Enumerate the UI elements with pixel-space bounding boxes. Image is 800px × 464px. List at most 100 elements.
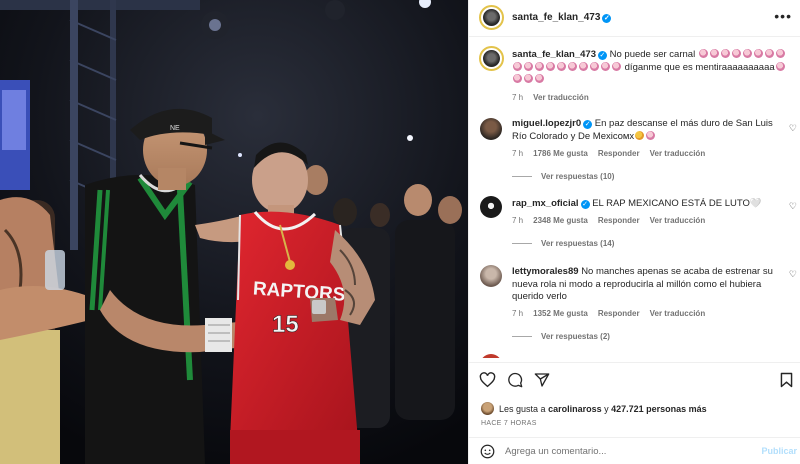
crying-emoji-icon bbox=[601, 61, 610, 71]
comment-avatar[interactable] bbox=[480, 265, 502, 287]
view-replies-button[interactable]: Ver respuestas (2) bbox=[512, 332, 610, 341]
verified-badge-icon: ✓ bbox=[597, 51, 607, 60]
crying-emoji-icon bbox=[535, 74, 544, 83]
view-replies-label[interactable]: Ver respuestas (2) bbox=[541, 332, 610, 341]
liker-username[interactable]: carolinaross bbox=[548, 404, 602, 414]
crying-emoji-icon bbox=[546, 61, 555, 71]
comment-input[interactable] bbox=[505, 444, 735, 459]
more-horizontal-icon[interactable]: ••• bbox=[774, 9, 792, 23]
emoji-picker-icon[interactable] bbox=[480, 444, 495, 459]
comment-likes[interactable]: 1352 Me gusta bbox=[533, 309, 588, 318]
crying-emoji-icon bbox=[775, 61, 785, 71]
crying-emoji-icon bbox=[535, 61, 544, 71]
crying-emoji-icon bbox=[579, 61, 588, 71]
comment-likes[interactable]: 1786 Me gusta bbox=[533, 149, 588, 158]
caption-username[interactable]: santa_fe_klan_473 bbox=[512, 49, 596, 60]
comment-time[interactable]: 7 h bbox=[512, 309, 523, 318]
crying-emoji-icon bbox=[513, 74, 522, 83]
comment-translate-link[interactable]: Ver traducción bbox=[650, 149, 706, 158]
header-username-text[interactable]: santa_fe_klan_473 bbox=[512, 12, 600, 23]
likes-conjunction: y bbox=[604, 404, 609, 414]
crying-emoji-icon bbox=[524, 74, 533, 83]
comment-username[interactable]: lettymorales89 bbox=[512, 266, 579, 277]
crying-emoji-icon bbox=[698, 49, 708, 58]
avatar-image bbox=[483, 9, 500, 26]
comment-avatar[interactable] bbox=[480, 118, 502, 140]
comment-username[interactable]: miguel.lopezjr0 bbox=[512, 118, 581, 129]
jersey-number: 15 bbox=[272, 311, 299, 338]
comment-translate-link[interactable]: Ver traducción bbox=[650, 216, 706, 225]
comment-meta: 7 h 1352 Me gusta Responder Ver traducción bbox=[512, 309, 715, 318]
comment-translate-link[interactable]: Ver traducción bbox=[650, 309, 706, 318]
comment-avatar[interactable] bbox=[480, 196, 502, 218]
comment-username[interactable]: rap_mx_oficial bbox=[512, 198, 579, 209]
post-sidebar: santa_fe_klan_473 ✓ ••• santa_fe_klan_473… bbox=[468, 0, 800, 464]
publish-button[interactable]: Publicar bbox=[761, 446, 797, 456]
caption-translate-link[interactable]: Ver traducción bbox=[533, 93, 589, 102]
crying-emoji-icon bbox=[731, 49, 741, 58]
comment-like-heart-icon[interactable]: ♡ bbox=[789, 123, 797, 134]
add-comment-bar: Publicar bbox=[469, 437, 800, 464]
comment-reply-button[interactable]: Responder bbox=[598, 216, 640, 225]
account-avatar[interactable] bbox=[479, 5, 504, 30]
crying-emoji-icon bbox=[557, 61, 566, 71]
crying-emoji-icon bbox=[612, 61, 621, 71]
caption-avatar[interactable] bbox=[479, 46, 504, 71]
comment-time[interactable]: 7 h bbox=[512, 216, 523, 225]
caption-meta: 7 h Ver traducción bbox=[512, 93, 599, 102]
comment-3: lettymorales89 No manches apenas se acab… bbox=[512, 266, 778, 304]
praying-hands-emoji-icon bbox=[646, 130, 656, 140]
comment-like-heart-icon[interactable]: ♡ bbox=[789, 269, 797, 280]
caption: santa_fe_klan_473 ✓ No puede ser carnal d… bbox=[512, 49, 792, 87]
verified-badge-icon: ✓ bbox=[602, 14, 612, 23]
verified-badge-icon: ✓ bbox=[580, 200, 590, 209]
praying-emoji-icon bbox=[635, 130, 645, 140]
comment-reply-button[interactable]: Responder bbox=[598, 149, 640, 158]
likes-summary[interactable]: Les gusta a carolinaross y 427.721 perso… bbox=[499, 404, 707, 414]
post-photo[interactable]: NE RAPTORS 15 bbox=[0, 0, 468, 464]
caption-time[interactable]: 7 h bbox=[512, 93, 523, 102]
crying-emoji-icon bbox=[568, 61, 577, 71]
header-username[interactable]: santa_fe_klan_473 ✓ bbox=[512, 12, 612, 23]
comment-text: EL RAP MEXICANO ESTÁ DE LUTO🤍 bbox=[592, 198, 762, 209]
comment-reply-button[interactable]: Responder bbox=[598, 309, 640, 318]
comment-meta: 7 h 1786 Me gusta Responder Ver traducción bbox=[512, 149, 715, 158]
heart-icon[interactable] bbox=[479, 372, 496, 388]
crying-emoji-icon bbox=[524, 61, 533, 71]
crying-emoji-icon bbox=[720, 49, 730, 58]
share-icon[interactable] bbox=[534, 372, 550, 388]
crying-emoji-icon bbox=[590, 61, 599, 71]
bookmark-icon[interactable] bbox=[780, 372, 793, 388]
svg-text:NE: NE bbox=[170, 125, 180, 132]
likes-prefix: Les gusta a bbox=[499, 404, 546, 414]
crying-emoji-icon bbox=[742, 49, 752, 58]
post-actions: Les gusta a carolinaross y 427.721 perso… bbox=[469, 362, 800, 437]
view-replies-button[interactable]: Ver respuestas (10) bbox=[512, 172, 614, 181]
caption-text-start: No puede ser carnal bbox=[609, 49, 696, 60]
crying-emoji-icon bbox=[513, 61, 522, 71]
comments-list[interactable]: santa_fe_klan_473 ✓ No puede ser carnal d… bbox=[469, 38, 800, 358]
view-replies-label[interactable]: Ver respuestas (10) bbox=[541, 172, 614, 181]
comment-2: rap_mx_oficial ✓ EL RAP MEXICANO ESTÁ DE … bbox=[512, 198, 778, 211]
avatar-image bbox=[483, 50, 500, 67]
likes-count[interactable]: 427.721 personas más bbox=[611, 404, 707, 414]
post-header: santa_fe_klan_473 ✓ ••• bbox=[469, 0, 800, 37]
view-replies-label[interactable]: Ver respuestas (14) bbox=[541, 239, 614, 248]
replies-divider bbox=[512, 243, 532, 245]
comment-icon[interactable] bbox=[507, 372, 523, 388]
caption-text-end: díganme que es mentiraaaaaaaaaa bbox=[624, 61, 775, 73]
post-timestamp[interactable]: HACE 7 HORAS bbox=[481, 420, 537, 427]
comment-time[interactable]: 7 h bbox=[512, 149, 523, 158]
comment-like-heart-icon[interactable]: ♡ bbox=[789, 201, 797, 212]
crying-emoji-icon bbox=[764, 49, 774, 58]
crying-emoji-icon bbox=[775, 49, 785, 58]
crying-emoji-icon bbox=[709, 49, 719, 58]
comment-meta: 7 h 2348 Me gusta Responder Ver traducción bbox=[512, 216, 715, 225]
comment-likes[interactable]: 2348 Me gusta bbox=[533, 216, 588, 225]
comment-avatar-partial[interactable] bbox=[480, 354, 502, 358]
view-replies-button[interactable]: Ver respuestas (14) bbox=[512, 239, 614, 248]
liker-avatar[interactable] bbox=[481, 402, 494, 415]
comment-1: miguel.lopezjr0 ✓ En paz descanse el más … bbox=[512, 118, 778, 143]
replies-divider bbox=[512, 176, 532, 178]
concert-photo-illustration: NE RAPTORS 15 bbox=[0, 0, 468, 464]
